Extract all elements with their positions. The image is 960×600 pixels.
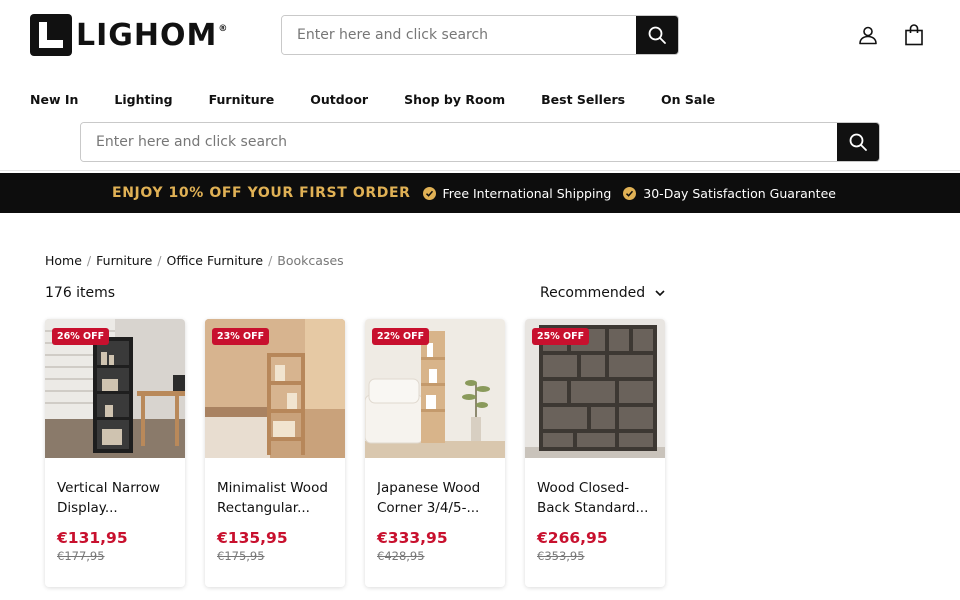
product-title[interactable]: Japanese Wood Corner 3/4/5-... [377, 478, 497, 518]
product-card[interactable]: 23% OFF Minimalist Wood Rectangular... €… [205, 319, 345, 587]
header-search-button[interactable] [636, 16, 678, 54]
product-old-price: €177,95 [57, 549, 105, 563]
nav-item-best-sellers[interactable]: Best Sellers [541, 92, 625, 107]
product-old-price: €428,95 [377, 549, 425, 563]
header-actions [858, 24, 924, 46]
breadcrumb-furniture[interactable]: Furniture [96, 253, 152, 268]
promo-guarantee: 30-Day Satisfaction Guarantee [623, 186, 836, 201]
cart-button[interactable] [904, 24, 924, 46]
product-old-price: €353,95 [537, 549, 585, 563]
discount-badge: 23% OFF [212, 328, 270, 345]
item-count: 176 items [45, 285, 116, 301]
nav-item-new-in[interactable]: New In [30, 92, 78, 107]
discount-badge: 22% OFF [372, 328, 430, 345]
promo-bar: ENJOY 10% OFF YOUR FIRST ORDER Free Inte… [0, 173, 960, 213]
product-image[interactable]: 22% OFF [365, 319, 505, 458]
product-image[interactable]: 23% OFF [205, 319, 345, 458]
product-price: €135,95 [217, 529, 288, 547]
nav-item-shop-by-room[interactable]: Shop by Room [404, 92, 505, 107]
logo-mark-icon [30, 14, 72, 56]
breadcrumb-separator: / [157, 253, 162, 268]
promo-shipping: Free International Shipping [422, 185, 612, 201]
breadcrumb-separator: / [268, 253, 273, 268]
account-icon [859, 26, 877, 45]
secondary-search-input[interactable] [81, 123, 837, 161]
breadcrumb-home[interactable]: Home [45, 253, 82, 268]
main-nav: New In Lighting Furniture Outdoor Shop b… [30, 92, 751, 107]
product-title[interactable]: Wood Closed-Back Standard... [537, 478, 657, 518]
nav-item-furniture[interactable]: Furniture [209, 92, 275, 107]
product-price: €131,95 [57, 529, 128, 547]
product-card[interactable]: 22% OFF Japanese Wood Corner 3/4/5-... €… [365, 319, 505, 587]
product-price: €333,95 [377, 529, 448, 547]
secondary-search-button[interactable] [837, 123, 879, 161]
promo-shipping-text: Free International Shipping [442, 185, 612, 201]
breadcrumb-separator: / [86, 253, 92, 268]
nav-item-on-sale[interactable]: On Sale [661, 92, 715, 107]
product-title[interactable]: Vertical Narrow Display... [57, 478, 177, 518]
product-card[interactable]: 25% OFF Wood Closed-Back Standard... €26… [525, 319, 665, 587]
breadcrumb-current: Bookcases [277, 253, 344, 268]
account-button[interactable] [858, 24, 878, 46]
product-image[interactable]: 26% OFF [45, 319, 185, 458]
cart-icon [905, 24, 923, 46]
check-icon [623, 186, 637, 200]
product-grid: 26% OFF Vertical Narrow Display... €131,… [45, 319, 665, 587]
header-search-input[interactable] [282, 16, 636, 54]
promo-guarantee-text: 30-Day Satisfaction Guarantee [643, 185, 836, 201]
secondary-search [80, 122, 880, 162]
chevron-down-icon [655, 289, 665, 296]
discount-badge: 25% OFF [532, 328, 590, 345]
nav-item-outdoor[interactable]: Outdoor [310, 92, 368, 107]
discount-badge: 26% OFF [52, 328, 110, 345]
product-title[interactable]: Minimalist Wood Rectangular... [217, 478, 337, 518]
breadcrumb-office-furniture[interactable]: Office Furniture [166, 253, 263, 268]
logo-text: LIGHOM® [76, 17, 229, 53]
search-icon [849, 133, 867, 151]
product-old-price: €175,95 [217, 549, 265, 563]
product-card[interactable]: 26% OFF Vertical Narrow Display... €131,… [45, 319, 185, 587]
sort-label: Recommended [540, 285, 646, 301]
search-icon [648, 26, 666, 44]
header-divider [0, 170, 960, 171]
check-icon [422, 186, 436, 200]
nav-item-lighting[interactable]: Lighting [114, 92, 172, 107]
header-search [281, 15, 679, 55]
breadcrumb: Home / Furniture / Office Furniture / Bo… [45, 253, 344, 268]
brand-logo[interactable]: LIGHOM® [30, 14, 228, 56]
sort-dropdown[interactable]: Recommended [540, 285, 665, 301]
product-price: €266,95 [537, 529, 608, 547]
product-image[interactable]: 25% OFF [525, 319, 665, 458]
promo-headline: ENJOY 10% OFF YOUR FIRST ORDER [112, 185, 411, 201]
